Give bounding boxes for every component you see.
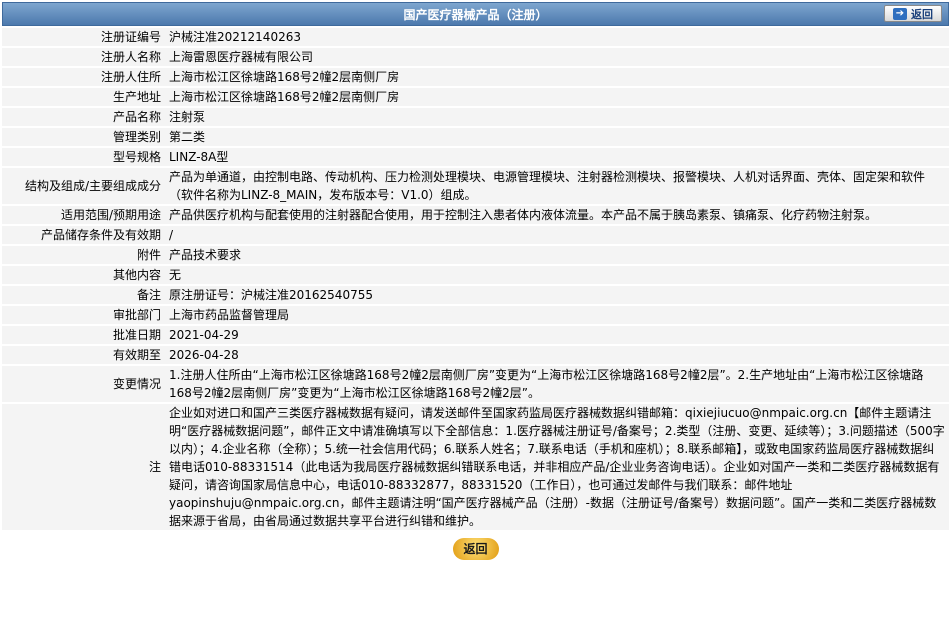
table-row: 其他内容无 (2, 266, 949, 284)
page-header: 国产医疗器械产品（注册） ➔ 返回 (2, 2, 949, 26)
field-label: 附件 (2, 246, 166, 264)
field-label: 其他内容 (2, 266, 166, 284)
table-row: 产品名称 注射泵 (2, 108, 949, 126)
footer: 返回 (2, 538, 949, 560)
table-row: 结构及组成/主要组成成分 产品为单通道，由控制电路、传动机构、压力检测处理模块、电… (2, 168, 949, 204)
back-button-top[interactable]: ➔ 返回 (884, 5, 942, 22)
field-label: 型号规格 (2, 148, 166, 166)
field-value: 注射泵 (166, 108, 949, 126)
table-row: 产品储存条件及有效期 / (2, 226, 949, 244)
field-label: 注册人名称 (2, 48, 166, 66)
back-arrow-icon: ➔ (893, 7, 907, 20)
field-label: 注册证编号 (2, 28, 166, 46)
field-value: 无 (166, 266, 949, 284)
table-row: 型号规格 LINZ-8A型 (2, 148, 949, 166)
table-row: 变更情况 1.注册人住所由“上海市松江区徐塘路168号2幢2层南侧厂房”变更为“上… (2, 366, 949, 402)
field-label: 产品储存条件及有效期 (2, 226, 166, 244)
table-row: 注企业如对进口和国产三类医疗器械数据有疑问，请发送邮件至国家药监局医疗器械数据纠… (2, 404, 949, 530)
field-value: 上海市药品监督管理局 (166, 306, 949, 324)
field-label: 生产地址 (2, 88, 166, 106)
field-label: 注 (2, 404, 166, 530)
field-value: 上海市松江区徐塘路168号2幢2层南侧厂房 (166, 68, 949, 86)
table-row: 管理类别 第二类 (2, 128, 949, 146)
field-value: 产品技术要求 (166, 246, 949, 264)
page-title: 国产医疗器械产品（注册） (403, 8, 548, 22)
field-value: / (166, 226, 949, 244)
table-row: 注册证编号 沪械注准20212140263 (2, 28, 949, 46)
field-label: 适用范围/预期用途 (2, 206, 166, 224)
field-value: 上海市松江区徐塘路168号2幢2层南侧厂房 (166, 88, 949, 106)
table-row: 备注 原注册证号：沪械注准20162540755 (2, 286, 949, 304)
field-label: 产品名称 (2, 108, 166, 126)
field-label: 结构及组成/主要组成成分 (2, 168, 166, 204)
field-value: 2026-04-28 (166, 346, 949, 364)
field-value: 第二类 (166, 128, 949, 146)
field-value: LINZ-8A型 (166, 148, 949, 166)
field-value: 沪械注准20212140263 (166, 28, 949, 46)
field-label: 审批部门 (2, 306, 166, 324)
table-row: 注册人名称 上海雷恩医疗器械有限公司 (2, 48, 949, 66)
table-row: 注册人住所 上海市松江区徐塘路168号2幢2层南侧厂房 (2, 68, 949, 86)
field-value: 产品为单通道，由控制电路、传动机构、压力检测处理模块、电源管理模块、注射器检测模… (166, 168, 949, 204)
field-label: 有效期至 (2, 346, 166, 364)
field-label: 批准日期 (2, 326, 166, 344)
table-row: 适用范围/预期用途 产品供医疗机构与配套使用的注射器配合使用，用于控制注入患者体内… (2, 206, 949, 224)
table-row: 审批部门 上海市药品监督管理局 (2, 306, 949, 324)
field-label: 管理类别 (2, 128, 166, 146)
table-row: 有效期至 2026-04-28 (2, 346, 949, 364)
field-value: 1.注册人住所由“上海市松江区徐塘路168号2幢2层南侧厂房”变更为“上海市松江… (166, 366, 949, 402)
field-value: 产品供医疗机构与配套使用的注射器配合使用，用于控制注入患者体内液体流量。本产品不… (166, 206, 949, 224)
field-label: 变更情况 (2, 366, 166, 402)
product-info-table: 注册证编号 沪械注准20212140263 注册人名称 上海雷恩医疗器械有限公司 注… (2, 26, 949, 532)
table-row: 生产地址 上海市松江区徐塘路168号2幢2层南侧厂房 (2, 88, 949, 106)
field-value: 2021-04-29 (166, 326, 949, 344)
table-row: 批准日期 2021-04-29 (2, 326, 949, 344)
field-label: 备注 (2, 286, 166, 304)
field-label: 注册人住所 (2, 68, 166, 86)
back-button-label: 返回 (911, 7, 933, 21)
back-button-bottom[interactable]: 返回 (452, 538, 499, 560)
field-value: 原注册证号：沪械注准20162540755 (166, 286, 949, 304)
table-row: 附件 产品技术要求 (2, 246, 949, 264)
field-value: 上海雷恩医疗器械有限公司 (166, 48, 949, 66)
field-value: 企业如对进口和国产三类医疗器械数据有疑问，请发送邮件至国家药监局医疗器械数据纠错… (166, 404, 949, 530)
